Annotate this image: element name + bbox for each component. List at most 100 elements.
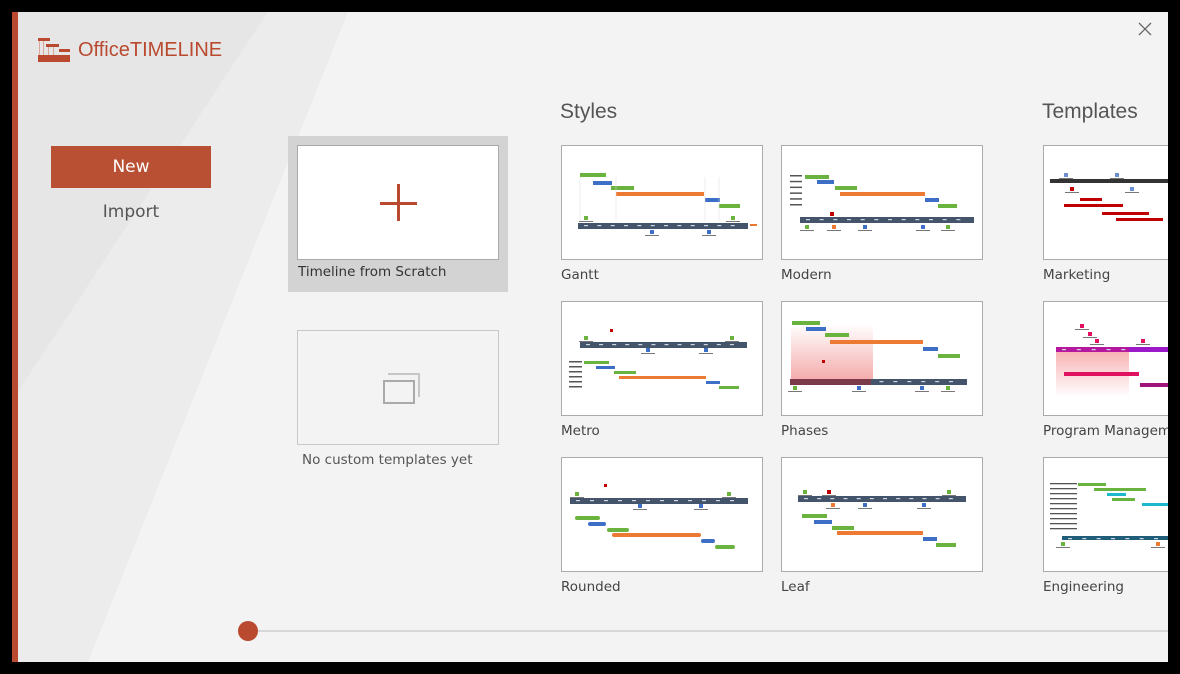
thumbnail-mark bbox=[607, 528, 629, 532]
thumbnail-mark bbox=[610, 225, 615, 227]
thumbnail-mark bbox=[1064, 372, 1139, 376]
thumbnail-mark bbox=[664, 344, 669, 346]
thumbnail-mark bbox=[1110, 178, 1124, 179]
thumbnail-mark bbox=[717, 225, 722, 227]
thumbnail-mark bbox=[1061, 542, 1065, 546]
style-thumbnail bbox=[781, 301, 983, 416]
style-card-gantt[interactable]: Gantt bbox=[561, 145, 763, 283]
close-icon[interactable] bbox=[1136, 20, 1154, 38]
template-thumbnail bbox=[1043, 301, 1168, 416]
thumbnail-mark bbox=[604, 500, 608, 502]
thumbnail-mark bbox=[1062, 349, 1066, 351]
template-thumbnail bbox=[1043, 145, 1168, 260]
style-card-phases[interactable]: Phases bbox=[781, 301, 983, 439]
app-window: OfficeTIMELINE New Import Timeline from … bbox=[12, 12, 1168, 662]
thumbnail-mark bbox=[920, 386, 924, 390]
thumbnail-mark bbox=[569, 361, 582, 363]
thumbnail-mark bbox=[584, 336, 588, 340]
pager-track[interactable] bbox=[248, 630, 1168, 632]
thumbnail-mark bbox=[719, 204, 740, 208]
thumbnail-mark bbox=[599, 344, 604, 346]
style-thumbnail bbox=[781, 145, 983, 260]
thumbnail-mark bbox=[869, 498, 874, 500]
thumbnail-mark bbox=[819, 219, 824, 221]
thumbnail-mark bbox=[929, 219, 933, 221]
thumbnail-mark bbox=[702, 235, 716, 236]
thumbnail-mark bbox=[790, 180, 802, 183]
thumbnail-mark bbox=[860, 219, 865, 221]
thumbnail-mark bbox=[1139, 538, 1144, 540]
nav-import-label: Import bbox=[102, 202, 160, 222]
thumbnail-mark bbox=[569, 371, 582, 373]
thumbnail-mark bbox=[817, 498, 822, 500]
nav-import-button[interactable]: Import bbox=[51, 198, 211, 226]
style-label: Metro bbox=[561, 423, 600, 439]
thumbnail-mark bbox=[790, 192, 802, 194]
pager-handle[interactable] bbox=[238, 621, 258, 641]
thumbnail-mark bbox=[611, 186, 634, 190]
style-card-rounded[interactable]: Rounded bbox=[561, 457, 763, 595]
styles-heading: Styles bbox=[560, 100, 618, 123]
template-card-engineering[interactable]: Engineering bbox=[1043, 457, 1168, 595]
thumbnail-mark bbox=[798, 496, 966, 502]
thumbnail-mark bbox=[942, 495, 956, 496]
thumbnail-mark bbox=[1094, 488, 1146, 491]
thumbnail-mark bbox=[596, 366, 615, 369]
thumbnail-mark bbox=[1050, 523, 1077, 525]
style-thumbnail bbox=[561, 457, 763, 572]
thumbnail-mark bbox=[806, 219, 810, 221]
thumbnail-mark bbox=[858, 508, 872, 509]
template-card-program-management[interactable]: Program Management bbox=[1043, 301, 1168, 439]
thumbnail-mark bbox=[575, 492, 579, 496]
thumbnail-mark bbox=[917, 508, 931, 509]
style-card-modern[interactable]: Modern bbox=[781, 145, 983, 283]
thumbnail-mark bbox=[935, 498, 940, 500]
thumbnail-mark bbox=[1050, 518, 1077, 520]
thumbnail-mark bbox=[590, 500, 594, 502]
template-card-marketing[interactable]: Marketing bbox=[1043, 145, 1168, 283]
thumbnail-mark bbox=[1070, 187, 1074, 191]
thumbnail-mark bbox=[650, 230, 654, 234]
thumbnail-mark bbox=[716, 500, 720, 502]
template-label: Engineering bbox=[1043, 579, 1124, 595]
template-label: Marketing bbox=[1043, 267, 1111, 283]
thumbnail-mark bbox=[646, 500, 650, 502]
thumbnail-mark bbox=[1088, 332, 1092, 336]
thumbnail-mark bbox=[729, 344, 734, 346]
thumbnail-mark bbox=[857, 386, 861, 390]
thumbnail-mark bbox=[922, 503, 926, 507]
thumbnail-mark bbox=[730, 225, 735, 227]
thumbnail-mark bbox=[832, 526, 854, 530]
thumbnail-mark bbox=[726, 221, 740, 222]
thumbnail-mark bbox=[638, 504, 642, 508]
style-label: Phases bbox=[781, 423, 829, 439]
thumbnail-mark bbox=[858, 230, 872, 231]
style-card-leaf[interactable]: Leaf bbox=[781, 457, 983, 595]
thumbnail-mark bbox=[702, 500, 706, 502]
thumbnail-mark bbox=[704, 348, 708, 352]
thumbnail-mark bbox=[893, 381, 898, 383]
thumbnail-mark bbox=[790, 198, 802, 200]
thumbnail-mark bbox=[570, 497, 584, 498]
thumbnail-mark bbox=[578, 223, 748, 229]
brand-name: OfficeTIMELINE bbox=[78, 38, 223, 61]
thumbnail-mark bbox=[941, 391, 955, 392]
timeline-from-scratch-card[interactable]: Timeline from Scratch bbox=[288, 136, 508, 292]
thumbnail-mark bbox=[915, 391, 929, 392]
thumbnail-mark bbox=[1142, 503, 1168, 506]
thumbnail-mark bbox=[703, 344, 708, 346]
thumbnail-mark bbox=[1125, 538, 1130, 540]
thumbnail-mark bbox=[618, 500, 622, 502]
templates-heading: Templates bbox=[1042, 100, 1138, 123]
thumbnail-mark bbox=[719, 386, 739, 389]
thumbnail-mark bbox=[1059, 178, 1073, 179]
style-card-metro[interactable]: Metro bbox=[561, 301, 763, 439]
thumbnail-mark bbox=[645, 235, 659, 236]
style-label: Rounded bbox=[561, 579, 621, 595]
nav-new-button[interactable]: New bbox=[51, 146, 211, 188]
thumbnail-mark bbox=[790, 175, 802, 177]
thumbnail-mark bbox=[1056, 547, 1070, 548]
thumbnail-mark bbox=[750, 224, 757, 226]
thumbnail-mark bbox=[921, 381, 926, 383]
logo-icon bbox=[38, 38, 70, 62]
